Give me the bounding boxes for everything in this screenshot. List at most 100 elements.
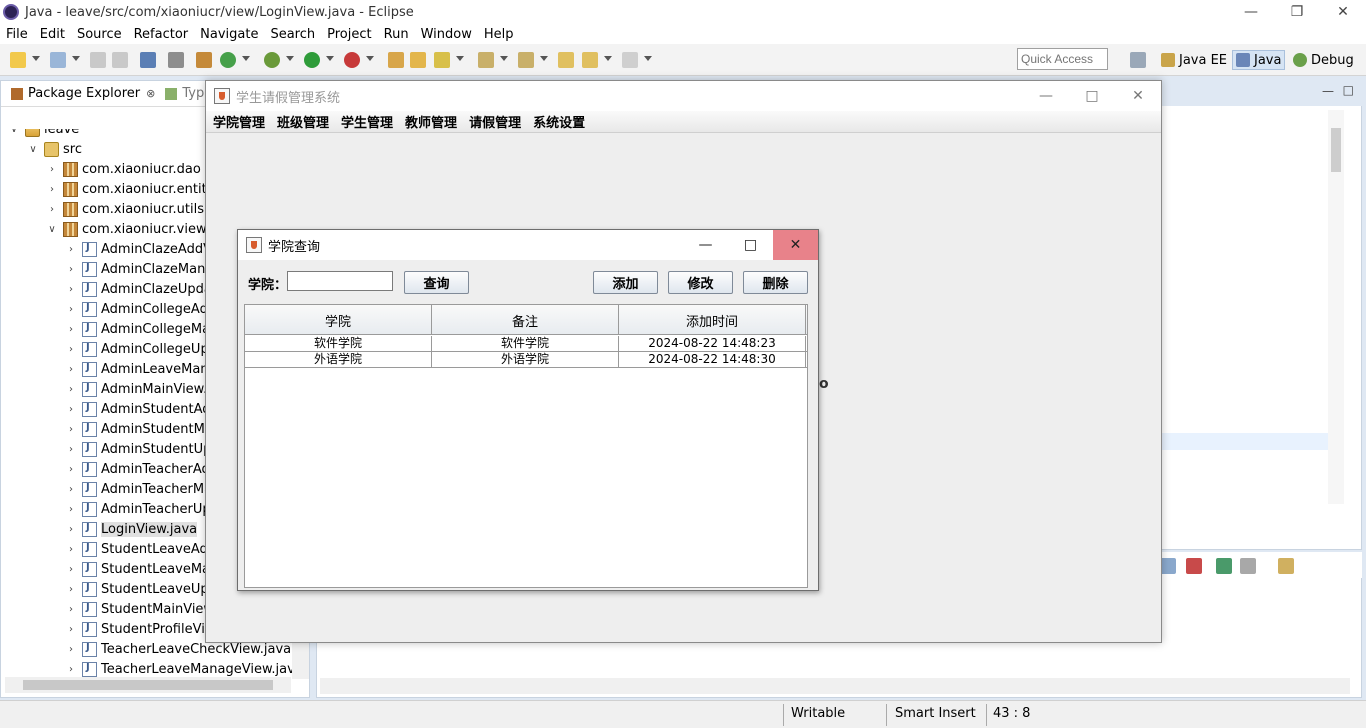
edit-button[interactable]: 修改	[668, 271, 733, 294]
menu-college-management[interactable]: 学院管理	[207, 112, 271, 131]
menu-student-management[interactable]: 学生管理	[335, 112, 399, 131]
close-icon[interactable]: ✕	[1320, 0, 1366, 24]
console-horizontal-scrollbar[interactable]	[320, 678, 1350, 694]
forward-icon[interactable]	[622, 52, 638, 68]
run-dropdown-icon[interactable]	[326, 56, 334, 61]
tree-item[interactable]: › com.xiaoniucr.dao	[47, 159, 201, 179]
last-edit-icon[interactable]	[558, 52, 574, 68]
menu-edit[interactable]: Edit	[34, 27, 71, 42]
chevron-right-icon[interactable]: ›	[66, 464, 76, 475]
chevron-right-icon[interactable]: ›	[66, 564, 76, 575]
chevron-right-icon[interactable]: ›	[66, 284, 76, 295]
menu-search[interactable]: Search	[264, 27, 321, 42]
forward-dropdown-icon[interactable]	[644, 56, 652, 61]
tree-item[interactable]: › LoginView.java	[66, 519, 198, 539]
menu-help[interactable]: Help	[478, 27, 520, 42]
debug-dropdown-icon[interactable]	[286, 56, 294, 61]
open-console-icon[interactable]	[1240, 558, 1256, 574]
college-search-input[interactable]	[287, 271, 393, 291]
menu-project[interactable]: Project	[321, 27, 377, 42]
chevron-right-icon[interactable]: ›	[66, 364, 76, 375]
tree-item[interactable]: › com.xiaoniucr.entity	[47, 179, 214, 199]
chevron-right-icon[interactable]: ›	[66, 444, 76, 455]
new-console-icon[interactable]	[1278, 558, 1294, 574]
run-icon[interactable]	[304, 52, 320, 68]
app-minimize-icon[interactable]: —	[1023, 81, 1069, 111]
menu-navigate[interactable]: Navigate	[194, 27, 264, 42]
chevron-right-icon[interactable]: ›	[47, 184, 57, 195]
open-type-icon[interactable]	[388, 52, 404, 68]
remove-launch-icon[interactable]	[1186, 558, 1202, 574]
new-project-dropdown-icon[interactable]	[72, 56, 80, 61]
menu-file[interactable]: File	[0, 27, 34, 42]
tree-item[interactable]: ∨ com.xiaoniucr.view	[47, 219, 207, 239]
prev-annotation-dropdown-icon[interactable]	[540, 56, 548, 61]
tree-horizontal-scrollbar[interactable]	[5, 677, 291, 693]
table-row[interactable]: 外语学院 外语学院 2024-08-22 14:48:30	[245, 352, 807, 368]
menu-class-management[interactable]: 班级管理	[271, 112, 335, 131]
console-icon[interactable]	[140, 52, 156, 68]
chevron-down-icon[interactable]: ∨	[28, 144, 38, 155]
chevron-right-icon[interactable]: ›	[66, 384, 76, 395]
tab-package-explorer[interactable]: Package Explorer ⊗	[1, 81, 161, 107]
prev-annotation-icon[interactable]	[518, 52, 534, 68]
table-row[interactable]: 软件学院 软件学院 2024-08-22 14:48:23	[245, 336, 807, 352]
save-icon[interactable]	[90, 52, 106, 68]
column-header-add-time[interactable]: 添加时间	[619, 305, 806, 335]
menu-refactor[interactable]: Refactor	[128, 27, 195, 42]
perspective-debug[interactable]: Debug	[1290, 50, 1357, 70]
dialog-minimize-icon[interactable]: —	[683, 230, 728, 260]
menu-leave-management[interactable]: 请假管理	[463, 112, 527, 131]
menu-window[interactable]: Window	[415, 27, 478, 42]
chevron-right-icon[interactable]: ›	[66, 404, 76, 415]
delete-button[interactable]: 删除	[743, 271, 808, 294]
open-folder-icon[interactable]	[410, 52, 426, 68]
chevron-right-icon[interactable]: ›	[66, 324, 76, 335]
column-header-remark[interactable]: 备注	[432, 305, 619, 335]
chevron-right-icon[interactable]: ›	[66, 544, 76, 555]
menu-source[interactable]: Source	[71, 27, 128, 42]
close-tab-icon[interactable]: ⊗	[146, 87, 155, 100]
quick-access-input[interactable]	[1017, 48, 1108, 70]
tree-item[interactable]: › TeacherLeaveManageView.java	[66, 659, 293, 677]
external-tools-dropdown-icon[interactable]	[366, 56, 374, 61]
chevron-right-icon[interactable]: ›	[66, 664, 76, 675]
package-icon[interactable]	[196, 52, 212, 68]
menu-teacher-management[interactable]: 教师管理	[399, 112, 463, 131]
new-icon[interactable]	[10, 52, 26, 68]
chevron-right-icon[interactable]: ›	[66, 424, 76, 435]
minimize-icon[interactable]: —	[1228, 0, 1274, 24]
chevron-right-icon[interactable]: ›	[66, 344, 76, 355]
menu-system-settings[interactable]: 系统设置	[527, 112, 591, 131]
chevron-right-icon[interactable]: ›	[66, 264, 76, 275]
back-icon[interactable]	[582, 52, 598, 68]
menu-run[interactable]: Run	[378, 27, 415, 42]
chevron-right-icon[interactable]: ›	[66, 584, 76, 595]
display-console-icon[interactable]	[1160, 558, 1176, 574]
next-annotation-icon[interactable]	[478, 52, 494, 68]
chevron-right-icon[interactable]: ›	[66, 484, 76, 495]
debug-icon[interactable]	[264, 52, 280, 68]
open-perspective-icon[interactable]	[1130, 52, 1146, 68]
tree-item[interactable]: ∨ src	[28, 139, 82, 159]
maximize-view-icon[interactable]: □	[1343, 83, 1354, 97]
chevron-right-icon[interactable]: ›	[66, 644, 76, 655]
app-maximize-icon[interactable]: □	[1069, 81, 1115, 111]
skip-breakpoints-icon[interactable]	[168, 52, 184, 68]
restore-icon[interactable]: ❐	[1274, 0, 1320, 24]
column-header-college[interactable]: 学院	[245, 305, 432, 335]
chevron-right-icon[interactable]: ›	[66, 524, 76, 535]
perspective-java-ee[interactable]: Java EE	[1158, 50, 1230, 70]
chevron-right-icon[interactable]: ›	[66, 244, 76, 255]
new-dropdown-icon[interactable]	[32, 56, 40, 61]
editor-vertical-scrollbar[interactable]	[1328, 110, 1344, 504]
dialog-maximize-icon[interactable]: □	[728, 230, 773, 260]
tree-item[interactable]: ∨ leave	[9, 129, 79, 139]
back-dropdown-icon[interactable]	[604, 56, 612, 61]
add-button[interactable]: 添加	[593, 271, 658, 294]
chevron-right-icon[interactable]: ›	[66, 604, 76, 615]
chevron-right-icon[interactable]: ›	[47, 204, 57, 215]
new-project-icon[interactable]	[50, 52, 66, 68]
app-close-icon[interactable]: ✕	[1115, 81, 1161, 111]
chevron-right-icon[interactable]: ›	[47, 164, 57, 175]
